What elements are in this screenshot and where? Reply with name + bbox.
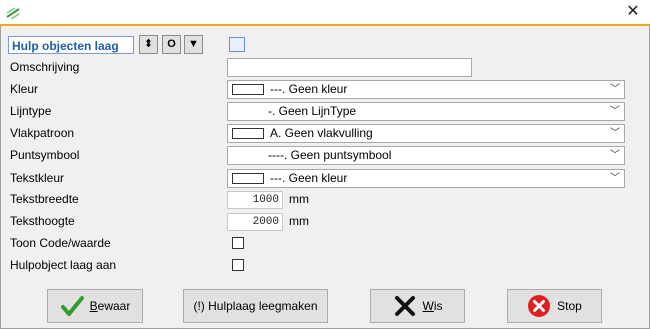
label-tekstkleur: Tekstkleur	[10, 171, 65, 185]
wis-button[interactable]: Wis	[370, 289, 465, 323]
kleur-select[interactable]: ---. Geen kleur ﹀	[227, 80, 625, 99]
chevron-down-icon: ﹀	[610, 128, 620, 139]
delete-x-icon	[394, 296, 415, 316]
stop-icon	[528, 295, 551, 317]
label-tekstbreedte: Tekstbreedte	[10, 192, 79, 206]
color-swatch	[232, 173, 264, 185]
label-omschrijving: Omschrijving	[10, 60, 80, 74]
layer-dropdown-button[interactable]: ▼	[184, 35, 203, 54]
tekstkleur-value: ---. Geen kleur	[270, 171, 348, 185]
move-updown-button[interactable]: ⬍	[139, 35, 158, 54]
omschrijving-input[interactable]	[227, 58, 472, 77]
label-teksthoogte: Teksthoogte	[10, 214, 75, 228]
color-swatch	[232, 84, 264, 96]
tekstbreedte-input[interactable]: 1000	[227, 191, 283, 209]
stop-label: Stop	[557, 299, 582, 313]
stop-button[interactable]: Stop	[507, 289, 602, 323]
hulplaag-leegmaken-button[interactable]: (!) Hulplaag leegmaken	[183, 289, 328, 323]
title-bar: ✕	[0, 0, 650, 26]
tekstkleur-select[interactable]: ---. Geen kleur ﹀	[227, 169, 625, 188]
toon-code-checkbox[interactable]	[232, 237, 244, 249]
lijntype-select[interactable]: -. Geen LijnType ﹀	[227, 102, 625, 121]
vlakpatroon-value: A. Geen vlakvulling	[270, 126, 373, 140]
pattern-swatch	[232, 128, 264, 140]
close-icon[interactable]: ✕	[616, 0, 650, 24]
app-icon	[6, 7, 20, 20]
chevron-down-icon: ﹀	[610, 84, 620, 95]
label-hulpobject-aan: Hulpobject laag aan	[10, 258, 117, 272]
label-puntsymbool: Puntsymbool	[10, 148, 80, 162]
kleur-value: ---. Geen kleur	[270, 82, 348, 96]
chevron-down-icon: ﹀	[610, 150, 620, 161]
puntsymbool-value: ----. Geen puntsymbool	[268, 148, 392, 162]
label-vlakpatroon: Vlakpatroon	[10, 126, 75, 140]
teksthoogte-unit: mm	[289, 214, 309, 228]
label-lijntype: Lijntype	[10, 104, 52, 118]
chevron-down-icon: ﹀	[610, 106, 620, 117]
lijntype-value: -. Geen LijnType	[268, 104, 357, 118]
wis-label: Wis	[422, 299, 443, 313]
reset-button[interactable]: O	[162, 35, 181, 54]
teksthoogte-input[interactable]: 2000	[227, 213, 283, 231]
chevron-down-icon: ﹀	[610, 173, 620, 184]
label-toon-code: Toon Code/waarde	[10, 236, 111, 250]
hulpobject-aan-checkbox[interactable]	[232, 259, 244, 271]
vlakpatroon-select[interactable]: A. Geen vlakvulling ﹀	[227, 124, 625, 143]
layer-name-field[interactable]: Hulp objecten laag	[8, 36, 134, 54]
tekstbreedte-unit: mm	[289, 192, 309, 206]
bewaar-label: Bewaar	[89, 299, 131, 313]
layer-color-swatch[interactable]	[229, 37, 245, 52]
puntsymbool-select[interactable]: ----. Geen puntsymbool ﹀	[227, 146, 625, 165]
checkmark-icon	[60, 296, 84, 316]
label-kleur: Kleur	[10, 82, 39, 96]
bewaar-button[interactable]: Bewaar	[47, 289, 143, 323]
